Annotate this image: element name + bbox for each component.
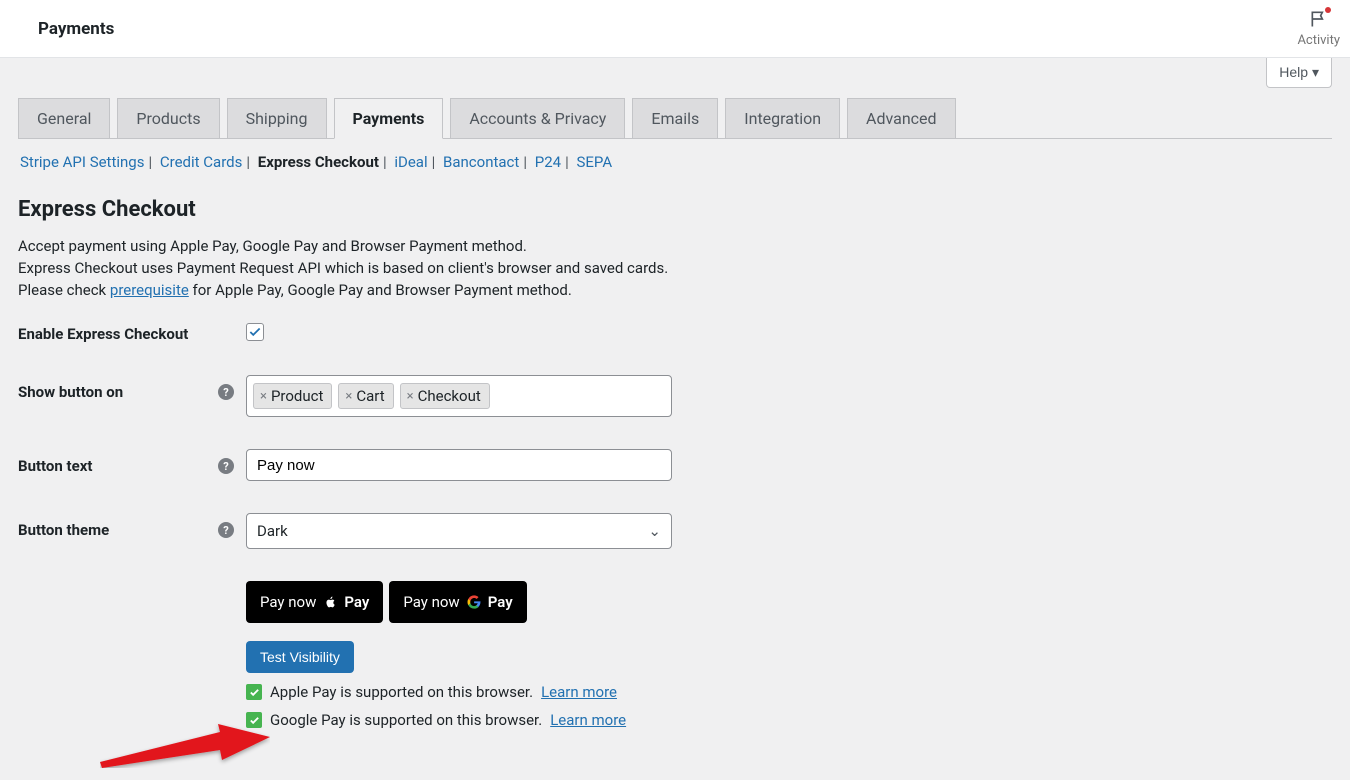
help-icon[interactable]: ? — [218, 522, 234, 538]
test-visibility-button[interactable]: Test Visibility — [246, 641, 354, 673]
remove-tag-icon[interactable]: × — [407, 389, 414, 404]
button-theme-select[interactable]: Dark ⌄ — [246, 513, 672, 549]
button-text-label: Button text ? — [18, 449, 246, 475]
google-pay-preview-button[interactable]: Pay now Pay — [389, 581, 526, 623]
desc-line-3: Please check prerequisite for Apple Pay,… — [18, 280, 1332, 302]
section-description: Accept payment using Apple Pay, Google P… — [18, 236, 1332, 301]
notification-dot — [1325, 7, 1331, 13]
annotation-arrow — [100, 702, 270, 768]
remove-tag-icon[interactable]: × — [260, 389, 267, 404]
desc-line-2: Express Checkout uses Payment Request AP… — [18, 258, 1332, 280]
button-text-input[interactable] — [246, 449, 672, 481]
activity-label: Activity — [1297, 33, 1340, 48]
settings-tabs: General Products Shipping Payments Accou… — [18, 98, 1332, 139]
section-title: Express Checkout — [18, 197, 1332, 222]
tab-shipping[interactable]: Shipping — [227, 98, 327, 138]
help-icon[interactable]: ? — [218, 384, 234, 400]
subtab-stripe-api[interactable]: Stripe API Settings — [20, 153, 144, 171]
tab-emails[interactable]: Emails — [632, 98, 718, 138]
apple-pay-support-status: Apple Pay is supported on this browser. … — [246, 683, 1332, 701]
subtab-sepa[interactable]: SEPA — [576, 153, 612, 171]
show-on-label: Show button on ? — [18, 375, 246, 401]
tab-payments[interactable]: Payments — [334, 98, 444, 139]
tab-accounts-privacy[interactable]: Accounts & Privacy — [450, 98, 625, 138]
subtab-ideal[interactable]: iDeal — [394, 153, 427, 171]
remove-tag-icon[interactable]: × — [345, 389, 352, 404]
page-title: Payments — [38, 19, 114, 39]
apple-icon — [322, 594, 338, 610]
activity-button[interactable]: Activity — [1297, 9, 1340, 48]
tag-checkout: ×Checkout — [400, 383, 490, 409]
enable-checkbox[interactable] — [246, 323, 264, 341]
learn-more-google-link[interactable]: Learn more — [550, 711, 626, 729]
enable-label: Enable Express Checkout — [18, 323, 246, 343]
flag-icon — [1309, 9, 1329, 33]
subtab-credit-cards[interactable]: Credit Cards — [160, 153, 242, 171]
tab-integration[interactable]: Integration — [725, 98, 840, 138]
prerequisite-link[interactable]: prerequisite — [110, 281, 189, 299]
apple-pay-preview-button[interactable]: Pay now Pay — [246, 581, 383, 623]
tab-general[interactable]: General — [18, 98, 110, 138]
help-icon[interactable]: ? — [218, 458, 234, 474]
learn-more-apple-link[interactable]: Learn more — [541, 683, 617, 701]
check-icon — [246, 684, 262, 700]
button-theme-label: Button theme ? — [18, 513, 246, 539]
check-icon — [248, 325, 262, 339]
subtab-express-checkout[interactable]: Express Checkout — [258, 153, 379, 171]
google-pay-support-status: Google Pay is supported on this browser.… — [246, 711, 1332, 729]
tab-advanced[interactable]: Advanced — [847, 98, 956, 138]
show-on-multiselect[interactable]: ×Product ×Cart ×Checkout — [246, 375, 672, 417]
chevron-down-icon: ⌄ — [648, 522, 661, 540]
google-icon — [466, 594, 482, 610]
tab-products[interactable]: Products — [117, 98, 219, 138]
payment-subtabs: Stripe API Settings| Credit Cards| Expre… — [18, 139, 1332, 171]
desc-line-1: Accept payment using Apple Pay, Google P… — [18, 236, 1332, 258]
tag-cart: ×Cart — [338, 383, 393, 409]
subtab-p24[interactable]: P24 — [535, 153, 561, 171]
subtab-bancontact[interactable]: Bancontact — [443, 153, 519, 171]
topbar: Payments Activity — [0, 0, 1350, 58]
tag-product: ×Product — [253, 383, 332, 409]
help-dropdown[interactable]: Help ▾ — [1266, 58, 1332, 88]
